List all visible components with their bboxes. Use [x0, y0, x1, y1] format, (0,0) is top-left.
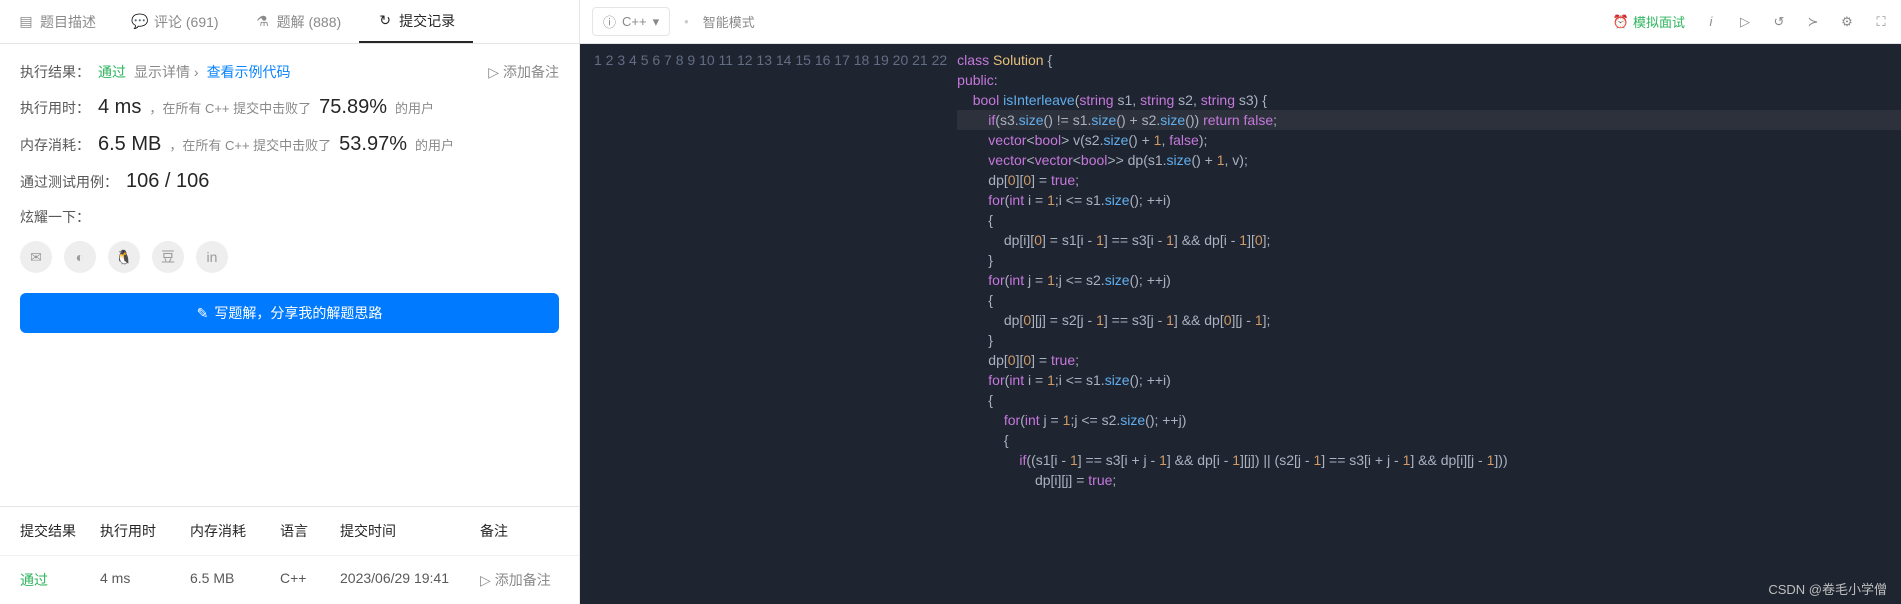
result-status: 通过 [98, 62, 126, 82]
history-table: 提交结果 执行用时 内存消耗 语言 提交时间 备注 通过 4 ms 6.5 MB… [0, 506, 579, 604]
linkedin-icon[interactable]: in [196, 241, 228, 273]
example-code-link[interactable]: 查看示例代码 [207, 62, 291, 82]
pencil-icon: ✎ [197, 305, 209, 322]
brag-label: 炫耀一下： [20, 207, 90, 227]
fullscreen-icon[interactable]: ⛶ [1873, 14, 1889, 30]
runtime-label: 执行用时： [20, 98, 90, 118]
history-icon: ↻ [377, 13, 393, 29]
history-header: 提交结果 执行用时 内存消耗 语言 提交时间 备注 [0, 507, 579, 556]
smart-mode-label[interactable]: 智能模式 [703, 12, 755, 31]
share-row: ✉ ◐ 🐧 豆 in [20, 241, 559, 273]
cases-value: 106 / 106 [126, 170, 209, 193]
cases-label: 通过测试用例： [20, 172, 118, 192]
row-status: 通过 [20, 570, 100, 590]
write-solution-button[interactable]: ✎ 写题解，分享我的解题思路 [20, 293, 559, 333]
terminal-icon[interactable]: ≻ [1805, 14, 1821, 30]
row-ts: 2023/06/29 19:41 [340, 570, 480, 590]
douban-icon[interactable]: 豆 [152, 241, 184, 273]
row-mem: 6.5 MB [190, 570, 280, 590]
info-icon: ⓘ [603, 12, 616, 31]
tab-submissions[interactable]: ↻提交记录 [359, 0, 473, 43]
memory-value: 6.5 MB [98, 133, 161, 156]
flask-icon: ⚗ [255, 14, 271, 30]
qq-icon[interactable]: 🐧 [108, 241, 140, 273]
tab-solutions[interactable]: ⚗题解 (888) [237, 0, 360, 43]
right-pane: ⓘ C++ ▾ • 智能模式 ⏰模拟面试 i ▷ ↺ ≻ ⚙ ⛶ 1 2 3 4… [580, 0, 1901, 604]
tab-comments[interactable]: 💬评论 (691) [114, 0, 237, 43]
watermark: CSDN @卷毛小学僧 [1768, 579, 1887, 598]
row-time: 4 ms [100, 570, 190, 590]
doc-icon: ▤ [18, 14, 34, 30]
code-editor[interactable]: 1 2 3 4 5 6 7 8 9 10 11 12 13 14 15 16 1… [580, 44, 1901, 604]
runtime-value: 4 ms [98, 96, 141, 119]
language-select[interactable]: ⓘ C++ ▾ [592, 7, 670, 36]
memory-percent: 53.97% [339, 133, 407, 156]
memory-label: 内存消耗： [20, 135, 90, 155]
play-icon: ▷ [488, 64, 499, 81]
italic-icon[interactable]: i [1703, 14, 1719, 30]
result-label: 执行结果： [20, 62, 90, 82]
tabs: ▤题目描述 💬评论 (691) ⚗题解 (888) ↻提交记录 [0, 0, 579, 44]
row-lang: C++ [280, 570, 340, 590]
result-card: 执行结果： 通过 显示详情 › 查看示例代码 ▷添加备注 执行用时： 4 ms … [0, 44, 579, 273]
left-pane: ▤题目描述 💬评论 (691) ⚗题解 (888) ↻提交记录 执行结果： 通过… [0, 0, 580, 604]
mock-interview-button[interactable]: ⏰模拟面试 [1613, 12, 1685, 31]
separator: • [684, 14, 689, 29]
weibo-icon[interactable]: ◐ [64, 241, 96, 273]
run-icon[interactable]: ▷ [1737, 14, 1753, 30]
line-gutter: 1 2 3 4 5 6 7 8 9 10 11 12 13 14 15 16 1… [580, 44, 957, 604]
runtime-percent: 75.89% [319, 96, 387, 119]
comment-icon: 💬 [132, 14, 148, 30]
reset-icon[interactable]: ↺ [1771, 14, 1787, 30]
tab-description[interactable]: ▤题目描述 [0, 0, 114, 43]
show-details-link[interactable]: 显示详情 › [134, 62, 199, 82]
chevron-down-icon: ▾ [653, 14, 660, 30]
code-area[interactable]: class Solution { public: bool isInterlea… [957, 44, 1901, 604]
editor-toolbar: ⓘ C++ ▾ • 智能模式 ⏰模拟面试 i ▷ ↺ ≻ ⚙ ⛶ [580, 0, 1901, 44]
history-row[interactable]: 通过 4 ms 6.5 MB C++ 2023/06/29 19:41 ▷添加备… [0, 556, 579, 604]
play-icon: ▷ [480, 572, 491, 589]
add-note-button[interactable]: ▷添加备注 [488, 62, 559, 82]
settings-icon[interactable]: ⚙ [1839, 14, 1855, 30]
row-add-note[interactable]: ▷添加备注 [480, 570, 559, 590]
wechat-icon[interactable]: ✉ [20, 241, 52, 273]
clock-icon: ⏰ [1613, 14, 1629, 30]
